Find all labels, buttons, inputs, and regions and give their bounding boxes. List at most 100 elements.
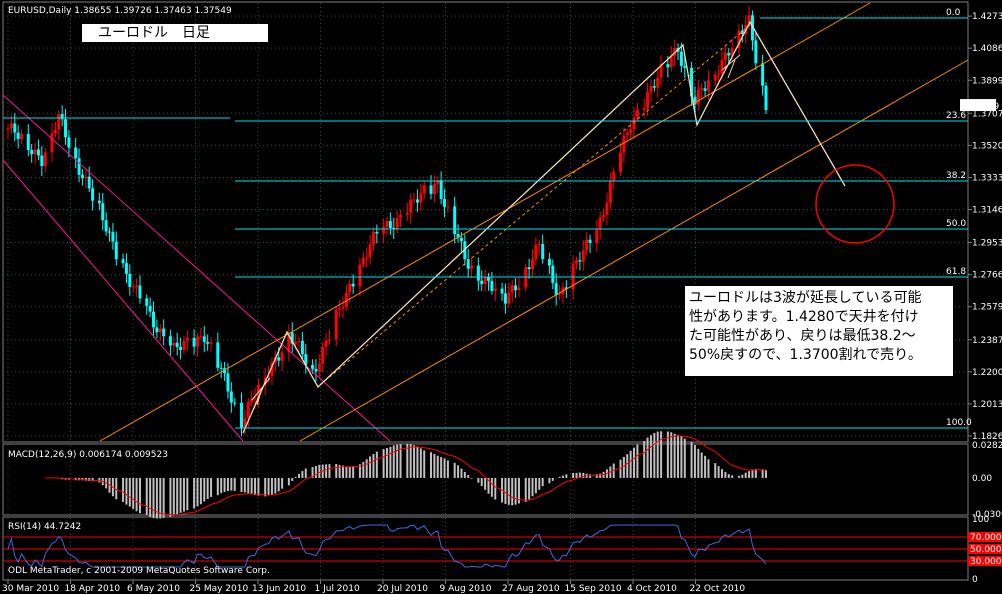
candle-body: [605, 202, 609, 216]
candle-body: [541, 244, 545, 259]
chart-overlay-title: ユーロドル 日足: [82, 24, 268, 42]
candle-body: [415, 199, 419, 203]
candle-body: [341, 306, 345, 309]
candle-body: [351, 283, 355, 287]
candle-body: [510, 285, 514, 293]
current-price-label: 1.37549: [962, 102, 999, 112]
candle-body: [514, 285, 518, 291]
candle-body: [168, 336, 172, 346]
candle-body: [172, 342, 176, 346]
time-tick-label: 15 Sep 2010: [565, 584, 622, 594]
candle-body: [608, 181, 612, 203]
candle-body: [145, 298, 149, 306]
candle-body: [551, 265, 555, 284]
candle-body: [138, 285, 142, 299]
candle-body: [649, 86, 653, 93]
candle-body: [761, 63, 765, 86]
candle-body: [493, 288, 497, 291]
candle-body: [199, 336, 203, 338]
candle-body: [67, 137, 71, 148]
candle-body: [696, 89, 700, 105]
candle-body: [348, 283, 352, 293]
candle-body: [446, 206, 450, 208]
candle-body: [395, 217, 399, 229]
rsi-level-label: 50.0000: [970, 545, 1002, 555]
price-tick-label: 1.23870: [972, 336, 1002, 346]
candle-body: [317, 363, 321, 372]
price-tick-label: 1.35200: [972, 141, 1002, 151]
candle-body: [399, 214, 403, 218]
candle-body: [632, 117, 636, 130]
candle-body: [152, 311, 156, 328]
candle-body: [453, 206, 457, 235]
candle-body: [602, 215, 606, 218]
analysis-note-line: た可能性があり、戻りは最低38.2〜: [689, 328, 916, 344]
candle-body: [554, 283, 558, 296]
candle-body: [219, 367, 223, 369]
candle-body: [361, 257, 365, 265]
candle-body: [185, 337, 189, 341]
price-tick-label: 1.38995: [972, 76, 1002, 86]
candle-body: [531, 259, 535, 270]
wave-sub-marks: [251, 54, 741, 406]
fib-level-label: 23.6: [946, 111, 966, 121]
candle-body: [26, 133, 30, 151]
candle-body: [297, 340, 301, 342]
candle-body: [91, 188, 95, 201]
candle-body: [405, 212, 409, 215]
candle-body: [324, 340, 328, 347]
candle-body: [16, 132, 20, 140]
candle-body: [409, 199, 413, 213]
candle-body: [202, 336, 206, 342]
time-tick-label: 4 Oct 2010: [627, 584, 677, 594]
candle-body: [20, 133, 24, 140]
candle-body: [277, 357, 281, 361]
candle-body: [253, 398, 257, 400]
macd-tick-label: 0.02829: [972, 441, 1002, 451]
candle-body: [388, 220, 392, 228]
candle-body: [101, 203, 105, 221]
candle-body: [239, 402, 243, 429]
candle-body: [578, 260, 582, 262]
price-tick-label: 1.31460: [972, 206, 1002, 216]
candle-body: [666, 64, 670, 68]
time-tick-label: 27 Aug 2010: [502, 584, 560, 594]
candle-body: [490, 280, 494, 291]
candle-body: [470, 265, 474, 269]
candle-body: [294, 341, 298, 344]
candle-body: [371, 231, 375, 245]
candle-body: [635, 109, 639, 118]
time-tick-label: 22 Oct 2010: [690, 584, 746, 594]
candle-body: [385, 220, 389, 227]
candle-body: [500, 288, 504, 294]
price-tick-label: 1.29535: [972, 239, 1002, 249]
candle-body: [588, 239, 592, 243]
candle-body: [547, 258, 551, 266]
candle-body: [443, 198, 447, 207]
candle-body: [652, 86, 656, 88]
candle-body: [717, 73, 721, 75]
price-tick-label: 1.33330: [972, 173, 1002, 183]
candle-body: [764, 85, 768, 111]
down-channel-line: [2, 94, 391, 442]
candle-body: [9, 123, 13, 129]
candle-body: [124, 263, 128, 274]
candle-body: [612, 171, 616, 182]
candle-body: [679, 51, 683, 66]
candle-body: [206, 341, 210, 344]
candle-body: [40, 155, 44, 167]
time-tick-label: 25 May 2010: [190, 584, 249, 594]
candle-body: [527, 267, 531, 270]
candle-body: [713, 74, 717, 81]
time-tick-label: 13 Jun 2010: [252, 584, 306, 594]
analysis-note-line: 50%戻すので、1.3700割れで売り。: [689, 347, 922, 363]
candle-body: [703, 88, 707, 91]
analysis-note: ユーロドルは3波が延長している可能 性があります。1.4280で天井を付け た可…: [685, 286, 953, 376]
time-tick-label: 9 Aug 2010: [440, 584, 492, 594]
candle-body: [646, 92, 650, 109]
candle-body: [192, 337, 196, 347]
analysis-note-line: 性があります。1.4280で天井を付け: [689, 309, 919, 325]
candle-body: [412, 199, 416, 201]
rsi-level-label: 30.0000: [970, 557, 1002, 567]
candle-body: [334, 309, 338, 340]
